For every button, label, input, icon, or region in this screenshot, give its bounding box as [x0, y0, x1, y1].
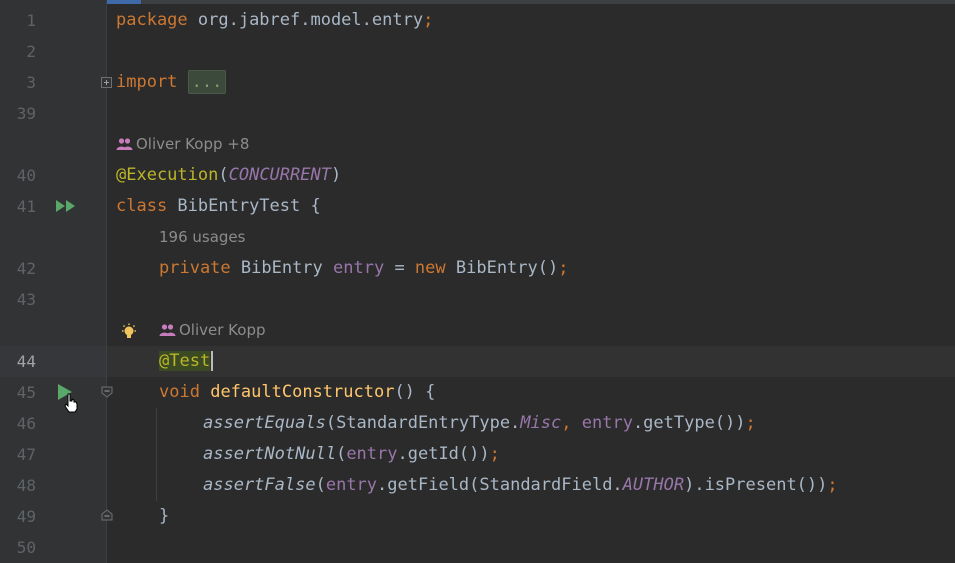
code-line-41[interactable]: class BibEntryTest {	[116, 191, 321, 222]
fold-expand-icon[interactable]	[101, 77, 112, 88]
usages-hint[interactable]: 196 usages	[159, 222, 245, 253]
line-number: 39	[16, 104, 36, 123]
folded-imports-placeholder[interactable]: ...	[187, 70, 227, 94]
line-number-active: 44	[16, 352, 36, 371]
line-number: 2	[26, 42, 36, 61]
code-line-40[interactable]: @Execution(CONCURRENT)	[116, 160, 341, 191]
line-number: 50	[16, 538, 36, 557]
code-line-3[interactable]: import ...	[116, 67, 227, 98]
line-number: 48	[16, 476, 36, 495]
line-number: 46	[16, 414, 36, 433]
people-icon	[116, 138, 133, 150]
line-number: 41	[16, 197, 36, 216]
code-line-48[interactable]: assertFalse(entry.getField(StandardField…	[203, 470, 838, 501]
text-cursor	[211, 351, 214, 371]
intention-bulb-icon[interactable]	[120, 323, 138, 341]
fold-end-icon[interactable]	[101, 509, 113, 521]
code-line-45[interactable]: void defaultConstructor() {	[159, 377, 435, 408]
line-number: 49	[16, 507, 36, 526]
code-line-49[interactable]: }	[159, 501, 169, 532]
line-number: 45	[16, 383, 36, 402]
code-line-46[interactable]: assertEquals(StandardEntryType.Misc, ent…	[203, 408, 756, 439]
line-number: 47	[16, 445, 36, 464]
author-hint-class[interactable]: Oliver Kopp +8	[116, 129, 249, 160]
people-icon	[159, 324, 176, 336]
line-number: 3	[26, 73, 36, 92]
code-line-1[interactable]: package org.jabref.model.entry;	[116, 5, 433, 36]
code-line-44[interactable]: @Test	[159, 346, 214, 377]
loading-progress-bar	[0, 0, 955, 4]
line-number: 40	[16, 166, 36, 185]
run-all-tests-icon[interactable]	[55, 199, 77, 213]
line-number: 42	[16, 259, 36, 278]
line-number: 1	[26, 11, 36, 30]
code-line-42[interactable]: private BibEntry entry = new BibEntry();	[159, 253, 568, 284]
indent-guide	[156, 408, 157, 501]
fold-collapse-icon[interactable]	[101, 386, 113, 398]
code-line-47[interactable]: assertNotNull(entry.getId());	[203, 439, 500, 470]
author-hint-method[interactable]: Oliver Kopp	[159, 315, 266, 346]
line-number: 43	[16, 290, 36, 309]
hand-cursor-icon	[64, 393, 78, 413]
